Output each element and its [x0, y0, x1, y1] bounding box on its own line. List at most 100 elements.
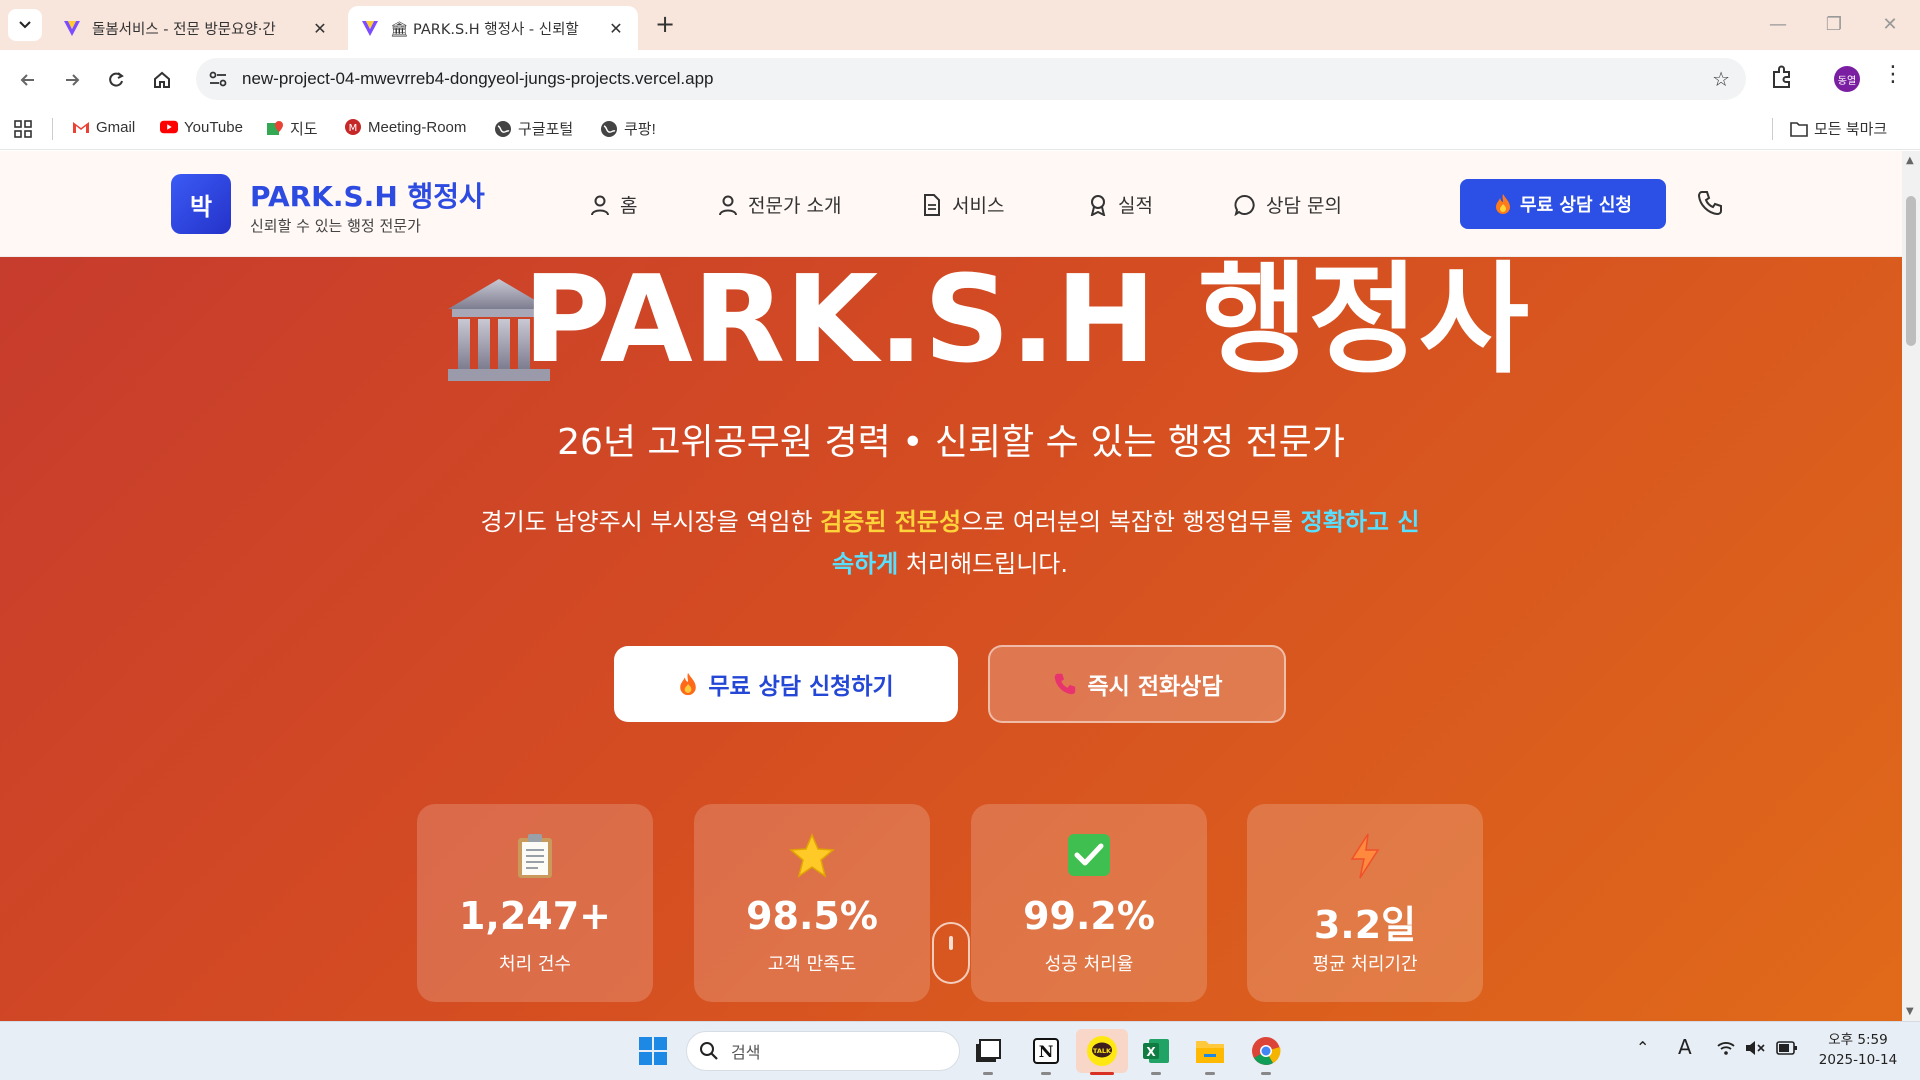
phone-icon[interactable]: [1696, 189, 1724, 217]
stat-label: 성공 처리율: [1044, 954, 1134, 975]
hero-subtitle: 26년 고위공무원 경력 • 신뢰할 수 있는 행정 전문가: [557, 422, 1345, 463]
svg-text:M: M: [349, 123, 358, 134]
apps-grid-icon[interactable]: [14, 120, 32, 138]
bookmark-coupang[interactable]: 쿠팡!: [600, 118, 656, 139]
close-window-button[interactable]: ✕: [1870, 10, 1910, 40]
gmail-icon: [72, 118, 90, 136]
file-explorer-app[interactable]: [1192, 1033, 1228, 1075]
brand-title[interactable]: PARK.S.H 행정사: [250, 175, 485, 215]
brand-subtitle: 신뢰할 수 있는 행정 전문가: [250, 217, 421, 235]
stat-label: 평균 처리기간: [1312, 954, 1418, 975]
free-consult-button[interactable]: 무료 상담 신청하기: [614, 646, 958, 722]
page-viewport: 박 PARK.S.H 행정사 신뢰할 수 있는 행정 전문가 홈 전문가 소개 …: [0, 151, 1902, 1021]
site-header: 박 PARK.S.H 행정사 신뢰할 수 있는 행정 전문가 홈 전문가 소개 …: [0, 151, 1902, 257]
profile-avatar[interactable]: 동열: [1834, 66, 1860, 92]
volume-muted-icon[interactable]: [1744, 1040, 1766, 1056]
taskbar-search[interactable]: 검색: [686, 1031, 960, 1071]
bookmark-gmail[interactable]: Gmail: [72, 118, 135, 136]
stat-value: 99.2%: [1023, 894, 1155, 938]
divider: [52, 118, 53, 140]
check-icon: [971, 832, 1207, 880]
task-view-app[interactable]: [970, 1033, 1006, 1075]
arrow-right-icon: [66, 74, 80, 86]
chat-bubble-icon: [1234, 194, 1255, 216]
home-button[interactable]: [146, 64, 178, 96]
stat-card-success: 99.2% 성공 처리율: [971, 804, 1207, 1002]
fire-icon: [1496, 194, 1511, 214]
bookmark-maps[interactable]: 지도: [266, 118, 318, 139]
minimize-button[interactable]: —: [1758, 10, 1798, 40]
tab-strip: 돌봄서비스 - 전문 방문요양·간 ✕ 🏛 PARK.S.H 행정사 - 신뢰할…: [0, 0, 1920, 50]
bookmark-google-portal[interactable]: 구글포털: [494, 118, 573, 139]
restore-button[interactable]: ❐: [1814, 10, 1854, 40]
system-clock[interactable]: 오후 5:59 2025-10-14: [1810, 1030, 1906, 1070]
windows-taskbar: 검색 N TALK X ⌃ A 오후 5:59 2025-10-14: [0, 1021, 1920, 1080]
meeting-room-icon: M: [344, 118, 362, 136]
vercel-v-icon: [62, 18, 82, 38]
fire-icon: [678, 671, 698, 697]
home-icon: [154, 71, 170, 88]
stat-card-duration: 3.2일 평균 처리기간: [1247, 804, 1483, 1002]
scroll-down-icon[interactable]: ▼: [1906, 1006, 1914, 1017]
scroll-indicator[interactable]: [932, 922, 970, 984]
stat-value: 98.5%: [746, 894, 878, 938]
more-menu-icon[interactable]: ⋮: [1882, 62, 1904, 87]
youtube-icon: [160, 118, 178, 136]
bookmark-meeting-room[interactable]: M Meeting-Room: [344, 118, 466, 136]
nav-performance[interactable]: 실적: [1088, 191, 1153, 218]
nav-about-expert[interactable]: 전문가 소개: [718, 191, 841, 218]
nav-contact[interactable]: 상담 문의: [1234, 191, 1342, 218]
svg-text:N: N: [1039, 1042, 1054, 1061]
extensions-icon[interactable]: [1768, 63, 1796, 91]
excel-icon: X: [1143, 1039, 1169, 1063]
new-tab-button[interactable]: +: [650, 10, 680, 40]
bookmark-star-icon[interactable]: ☆: [1712, 67, 1730, 91]
stat-card-satisfaction: 98.5% 고객 만족도: [694, 804, 930, 1002]
logo[interactable]: 박: [171, 174, 231, 234]
ime-icon[interactable]: A: [1678, 1035, 1692, 1059]
excel-app[interactable]: X: [1138, 1033, 1174, 1075]
windows-start-icon[interactable]: [638, 1036, 668, 1066]
url-text: new-project-04-mwevrreb4-dongyeol-jungs-…: [242, 69, 714, 88]
document-icon: [924, 193, 940, 216]
stat-label: 처리 건수: [499, 954, 571, 975]
folder-icon: [1196, 1041, 1224, 1063]
arrow-left-icon: [20, 74, 34, 86]
tab-inactive[interactable]: 돌봄서비스 - 전문 방문요양·간 ✕: [50, 6, 342, 50]
notion-app[interactable]: N: [1028, 1033, 1064, 1075]
user-icon: [591, 195, 609, 215]
kakaotalk-icon: TALK: [1087, 1036, 1117, 1066]
scrollbar-thumb[interactable]: [1906, 196, 1916, 346]
battery-icon[interactable]: [1776, 1041, 1798, 1055]
kakaotalk-app[interactable]: TALK: [1076, 1029, 1128, 1075]
svg-text:X: X: [1146, 1045, 1156, 1059]
all-bookmarks[interactable]: 모든 북마크: [1790, 118, 1887, 139]
nav-services[interactable]: 서비스: [922, 191, 1004, 218]
tab-title: 돌봄서비스 - 전문 방문요양·간: [92, 21, 276, 38]
header-consult-button[interactable]: 무료 상담 신청: [1460, 179, 1666, 229]
nav-home[interactable]: 홈: [590, 191, 637, 218]
site-info-icon[interactable]: [206, 68, 230, 90]
star-icon: [694, 832, 930, 880]
phone-consult-button[interactable]: 즉시 전화상담: [988, 645, 1286, 723]
back-button[interactable]: [12, 64, 44, 96]
bookmark-youtube[interactable]: YouTube: [160, 118, 243, 136]
show-hidden-icons[interactable]: ⌃: [1636, 1038, 1649, 1057]
chrome-app[interactable]: [1248, 1033, 1284, 1075]
forward-button[interactable]: [56, 64, 88, 96]
stat-card-cases: 1,247+ 처리 건수: [417, 804, 653, 1002]
close-icon[interactable]: ✕: [606, 19, 626, 38]
scroll-up-icon[interactable]: ▲: [1906, 155, 1914, 166]
folder-icon: [1790, 120, 1808, 138]
tab-active[interactable]: 🏛 PARK.S.H 행정사 - 신뢰할 ✕: [348, 6, 638, 50]
vercel-v-icon: [360, 18, 380, 38]
address-bar[interactable]: new-project-04-mwevrreb4-dongyeol-jungs-…: [196, 58, 1746, 100]
page-scrollbar[interactable]: ▲ ▼: [1902, 151, 1920, 1021]
wifi-icon[interactable]: [1716, 1040, 1736, 1056]
tab-search-button[interactable]: [8, 9, 42, 41]
globe-icon: [494, 120, 512, 138]
lightning-icon: [1247, 832, 1483, 880]
close-icon[interactable]: ✕: [310, 19, 330, 38]
reload-button[interactable]: [100, 64, 132, 96]
svg-text:TALK: TALK: [1093, 1047, 1112, 1055]
